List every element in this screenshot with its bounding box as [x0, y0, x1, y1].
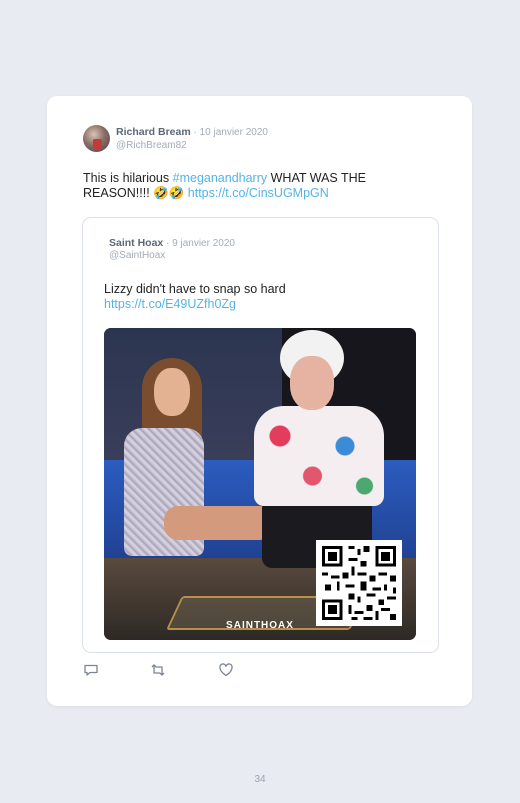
page-number: 34: [254, 774, 266, 785]
quoted-text-line: Lizzy didn't have to snap so hard: [104, 282, 286, 296]
author-name[interactable]: Richard Bream: [116, 126, 191, 138]
tweet-card: Richard Bream · 10 janvier 2020 @RichBre…: [47, 96, 472, 706]
quoted-tweet-date[interactable]: · 9 janvier 2020: [163, 238, 235, 249]
qr-code-icon: [316, 540, 402, 626]
retweet-icon[interactable]: [150, 662, 166, 678]
tweet-text-start: This is hilarious: [83, 171, 173, 185]
tweet-text: This is hilarious #meganandharry WHAT WA…: [83, 171, 413, 201]
quoted-tweet[interactable]: Saint Hoax · 9 janvier 2020 @SaintHoax L…: [82, 217, 439, 653]
floral-blouse: [254, 406, 384, 506]
tweet-date[interactable]: · 10 janvier 2020: [191, 127, 268, 138]
author-line: Richard Bream · 10 janvier 2020: [116, 126, 268, 138]
media-watermark: SAINTHOAX: [226, 620, 294, 631]
hashtag-link[interactable]: #meganandharry: [173, 171, 268, 185]
queen-face: [290, 356, 334, 410]
quoted-tweet-text: Lizzy didn't have to snap so hard https:…: [104, 282, 286, 312]
tweet-link[interactable]: https://t.co/CinsUGMpGN: [188, 186, 329, 200]
woman-legs: [164, 506, 274, 540]
woman-face: [154, 368, 190, 416]
heart-icon[interactable]: [218, 662, 234, 678]
quoted-tweet-link[interactable]: https://t.co/E49UZfh0Zg: [104, 297, 286, 312]
quoted-media-image[interactable]: SAINTHOAX: [104, 328, 416, 640]
tweet-actions: [83, 662, 283, 678]
quoted-author-handle[interactable]: @SaintHoax: [109, 250, 165, 261]
quoted-author-name[interactable]: Saint Hoax: [109, 237, 163, 249]
author-avatar[interactable]: [83, 125, 110, 152]
reply-icon[interactable]: [83, 662, 99, 678]
quoted-author-line: Saint Hoax · 9 janvier 2020: [109, 237, 235, 249]
author-handle[interactable]: @RichBream82: [116, 140, 187, 151]
